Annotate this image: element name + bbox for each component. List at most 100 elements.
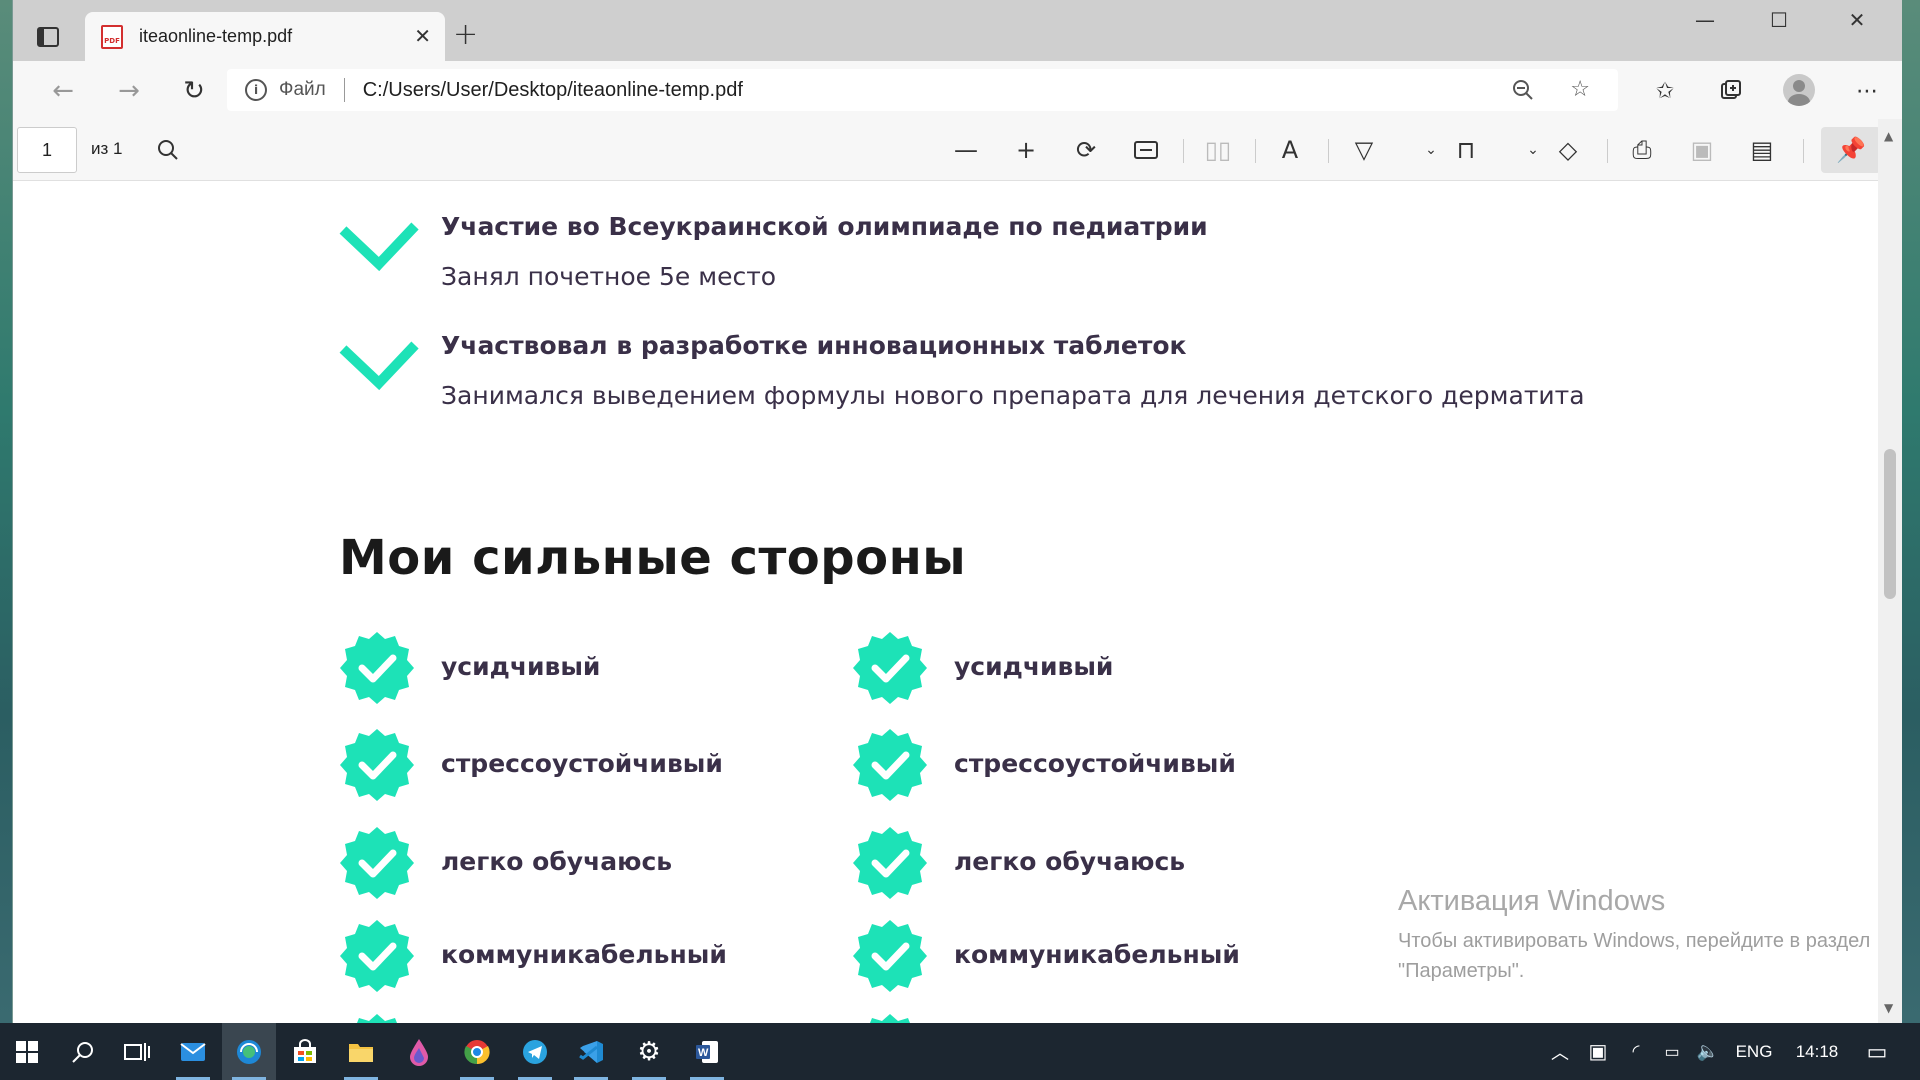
language-indicator[interactable]: ENG: [1726, 1042, 1782, 1062]
toolbar-divider: [1328, 139, 1329, 163]
toolbar-divider: [1607, 139, 1608, 163]
draw-options-chevron-down-icon[interactable]: ⌄: [1421, 133, 1441, 167]
zoom-out-icon[interactable]: [1512, 79, 1534, 106]
scroll-down-icon[interactable]: ▼: [1884, 1001, 1893, 1015]
file-explorer-icon[interactable]: [334, 1023, 388, 1080]
scroll-up-icon[interactable]: ▲: [1884, 129, 1893, 143]
new-tab-button[interactable]: +: [453, 20, 478, 50]
tab-bar: PDF iteaonline-temp.pdf ✕ + — ☐ ✕: [13, 0, 1902, 61]
watermark-title: Активация Windows: [1398, 885, 1666, 917]
show-hidden-icons-chevron-up-icon[interactable]: ︿: [1542, 1039, 1578, 1065]
close-window-button[interactable]: ✕: [1827, 8, 1887, 32]
tab-pdf[interactable]: PDF iteaonline-temp.pdf ✕: [85, 12, 445, 61]
add-favorite-icon[interactable]: ☆: [1570, 77, 1590, 102]
battery-icon[interactable]: ▭: [1654, 1042, 1690, 1062]
back-button[interactable]: ←: [43, 71, 83, 111]
desktop-wallpaper-right: [1901, 0, 1920, 1023]
desktop-wallpaper: [0, 0, 12, 1023]
vscode-icon[interactable]: [564, 1023, 618, 1080]
vertical-scrollbar[interactable]: ▲ ▼: [1878, 119, 1902, 1023]
address-scheme: Файл: [279, 79, 326, 100]
task-view-icon[interactable]: [110, 1023, 164, 1080]
minimize-button[interactable]: —: [1675, 8, 1735, 32]
tab-close-icon[interactable]: ✕: [414, 24, 431, 48]
fit-width-icon[interactable]: [1129, 133, 1163, 167]
pdf-document: Участие во Всеукраинской олимпиаде по пе…: [13, 182, 1878, 1023]
maximize-button[interactable]: ☐: [1749, 8, 1809, 32]
volume-icon[interactable]: 🔈: [1690, 1041, 1726, 1062]
verified-badge-icon: [852, 825, 928, 901]
clock[interactable]: 14:18: [1782, 1042, 1852, 1062]
system-tray: ︿ ▣ ◜ ▭ 🔈 ENG 14:18 ▭: [1542, 1023, 1902, 1080]
svg-text:W: W: [698, 1047, 709, 1059]
tab-actions-icon[interactable]: [25, 14, 71, 60]
save-icon[interactable]: ▣: [1685, 133, 1719, 167]
search-icon[interactable]: [56, 1023, 110, 1080]
eraser-icon[interactable]: ◇: [1551, 133, 1585, 167]
achievement-title: Участвовал в разработке инновационных та…: [441, 331, 1187, 360]
edge-browser-icon[interactable]: [222, 1023, 276, 1080]
store-icon[interactable]: [278, 1023, 332, 1080]
address-divider: [343, 78, 345, 102]
wifi-icon[interactable]: ◜: [1618, 1041, 1654, 1062]
verified-badge-icon: [339, 918, 415, 994]
save-as-icon[interactable]: ▤: [1745, 133, 1779, 167]
strength-label: коммуникабельный: [441, 940, 727, 969]
double-check-icon: [339, 222, 419, 272]
verified-badge-icon: [339, 727, 415, 803]
pin-toolbar-icon[interactable]: 📌: [1821, 127, 1881, 173]
windows-activation-watermark: Активация Windows Чтобы активировать Win…: [1398, 885, 1878, 986]
chrome-icon[interactable]: [450, 1023, 504, 1080]
forward-button[interactable]: →: [109, 71, 149, 111]
rotate-icon[interactable]: ⟳: [1069, 133, 1103, 167]
word-icon[interactable]: W: [680, 1023, 734, 1080]
page-number-input[interactable]: 1: [17, 127, 77, 173]
scrollbar-thumb[interactable]: [1884, 449, 1896, 599]
collections-icon[interactable]: [1713, 73, 1749, 109]
toolbar-divider: [1803, 139, 1804, 163]
achievement-description: Занял почетное 5е место: [441, 262, 777, 291]
address-url[interactable]: C:/Users/User/Desktop/iteaonline-temp.pd…: [363, 79, 743, 102]
settings-gear-icon[interactable]: ⚙: [622, 1023, 676, 1080]
achievement-description: Занимался выведением формулы нового преп…: [441, 381, 1585, 410]
highlight-options-chevron-down-icon[interactable]: ⌄: [1523, 133, 1543, 167]
strength-label: стрессоустойчивый: [441, 749, 723, 778]
mail-icon[interactable]: [166, 1023, 220, 1080]
search-icon[interactable]: [151, 133, 185, 167]
verified-badge-icon: [852, 630, 928, 706]
strength-label: усидчивый: [954, 652, 1114, 681]
double-check-icon: [339, 341, 419, 391]
notification-app-icon[interactable]: ▣: [1578, 1039, 1618, 1064]
drop-app-icon[interactable]: [392, 1023, 446, 1080]
page-count: из 1: [91, 139, 123, 158]
address-bar[interactable]: i Файл C:/Users/User/Desktop/iteaonline-…: [227, 69, 1618, 111]
print-icon[interactable]: ⎙: [1625, 133, 1659, 167]
browser-window: PDF iteaonline-temp.pdf ✕ + — ☐ ✕ ← → ↻ …: [12, 0, 1902, 1023]
action-center-icon[interactable]: ▭: [1852, 1039, 1902, 1065]
zoom-out-button[interactable]: —: [949, 133, 983, 167]
refresh-button[interactable]: ↻: [174, 71, 214, 111]
strength-label: коммуникабельный: [954, 940, 1240, 969]
verified-badge-icon: [339, 630, 415, 706]
tab-title: iteaonline-temp.pdf: [139, 26, 293, 46]
more-options-icon[interactable]: ⋯: [1849, 73, 1885, 109]
read-aloud-icon[interactable]: A: [1273, 133, 1307, 167]
watermark-text: Чтобы активировать Windows, перейдите в …: [1398, 930, 1871, 982]
telegram-icon[interactable]: [508, 1023, 562, 1080]
page-view-icon[interactable]: ▯▯: [1201, 133, 1235, 167]
highlight-icon[interactable]: ⊓: [1449, 133, 1483, 167]
pdf-file-icon: PDF: [101, 24, 123, 49]
pdf-toolbar: 1 из 1 — + ⟳ ▯▯ A ▽ ⌄ ⊓ ⌄ ◇ ⎙ ▣ ▤ 📌: [13, 119, 1902, 181]
verified-badge-icon: [852, 1012, 928, 1023]
strength-label: усидчивый: [441, 652, 601, 681]
verified-badge-icon: [852, 727, 928, 803]
draw-icon[interactable]: ▽: [1347, 133, 1381, 167]
info-icon[interactable]: i: [245, 79, 267, 101]
zoom-in-button[interactable]: +: [1009, 133, 1043, 167]
verified-badge-icon: [339, 1012, 415, 1023]
strength-label: стрессоустойчивый: [954, 749, 1236, 778]
profile-avatar[interactable]: [1783, 74, 1815, 106]
windows-start-icon[interactable]: [0, 1023, 54, 1080]
section-title: Мои сильные стороны: [339, 530, 967, 586]
favorites-icon[interactable]: ✩: [1647, 73, 1683, 109]
